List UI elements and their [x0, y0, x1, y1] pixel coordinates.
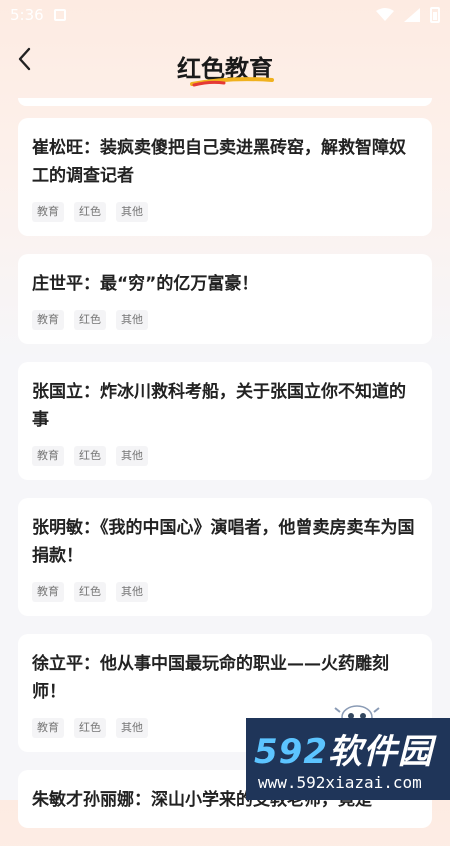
watermark-brand-text: 软件园 — [327, 732, 433, 772]
previous-card-edge — [18, 98, 432, 106]
tag: 红色 — [74, 718, 106, 738]
title-underline-decoration — [190, 77, 274, 87]
tag: 教育 — [32, 582, 64, 602]
watermark-brand-number: 592 — [254, 732, 328, 772]
battery-icon — [430, 7, 440, 23]
status-bar: 5:36 — [0, 0, 450, 30]
tag: 其他 — [116, 582, 148, 602]
article-title: 张国立：炸冰川救科考船，关于张国立你不知道的事 — [32, 382, 406, 430]
tag: 其他 — [116, 310, 148, 330]
tag: 教育 — [32, 718, 64, 738]
watermark-logo: 592软件园 — [254, 724, 433, 773]
article-title: 崔松旺：装疯卖傻把自己卖进黑砖窑，解救智障奴工的调查记者 — [32, 138, 406, 186]
tag: 教育 — [32, 446, 64, 466]
site-watermark: 592软件园 www.592xiazai.com — [246, 718, 450, 800]
article-title: 张明敏：《我的中国心》演唱者，他曾卖房卖车为国捐款！ — [32, 518, 415, 566]
watermark-url: www.592xiazai.com — [258, 773, 422, 792]
tag: 其他 — [116, 718, 148, 738]
article-title: 庄世平：最“穷”的亿万富豪！ — [32, 274, 259, 294]
wifi-icon — [376, 8, 394, 21]
tag-list: 教育 红色 其他 — [32, 202, 418, 222]
article-card[interactable]: 张国立：炸冰川救科考船，关于张国立你不知道的事 教育 红色 其他 — [18, 362, 432, 480]
notification-icon — [53, 9, 66, 21]
tag: 红色 — [74, 446, 106, 466]
tag-list: 教育 红色 其他 — [32, 310, 418, 330]
tag-list: 教育 红色 其他 — [32, 582, 418, 602]
tag: 红色 — [74, 202, 106, 222]
status-right — [376, 7, 440, 23]
signal-icon — [404, 8, 420, 22]
tag: 红色 — [74, 310, 106, 330]
article-card[interactable]: 庄世平：最“穷”的亿万富豪！ 教育 红色 其他 — [18, 254, 432, 344]
tag: 红色 — [74, 582, 106, 602]
article-title: 徐立平：他从事中国最玩命的职业——火药雕刻师！ — [32, 654, 389, 702]
article-card[interactable]: 张明敏：《我的中国心》演唱者，他曾卖房卖车为国捐款！ 教育 红色 其他 — [18, 498, 432, 616]
article-card[interactable]: 崔松旺：装疯卖傻把自己卖进黑砖窑，解救智障奴工的调查记者 教育 红色 其他 — [18, 118, 432, 236]
tag-list: 教育 红色 其他 — [32, 446, 418, 466]
tag: 教育 — [32, 310, 64, 330]
tag: 其他 — [116, 202, 148, 222]
tag: 教育 — [32, 202, 64, 222]
tag: 其他 — [116, 446, 148, 466]
page-header: 红色教育 — [0, 35, 450, 95]
status-time: 5:36 — [10, 6, 44, 24]
status-left: 5:36 — [10, 6, 66, 24]
